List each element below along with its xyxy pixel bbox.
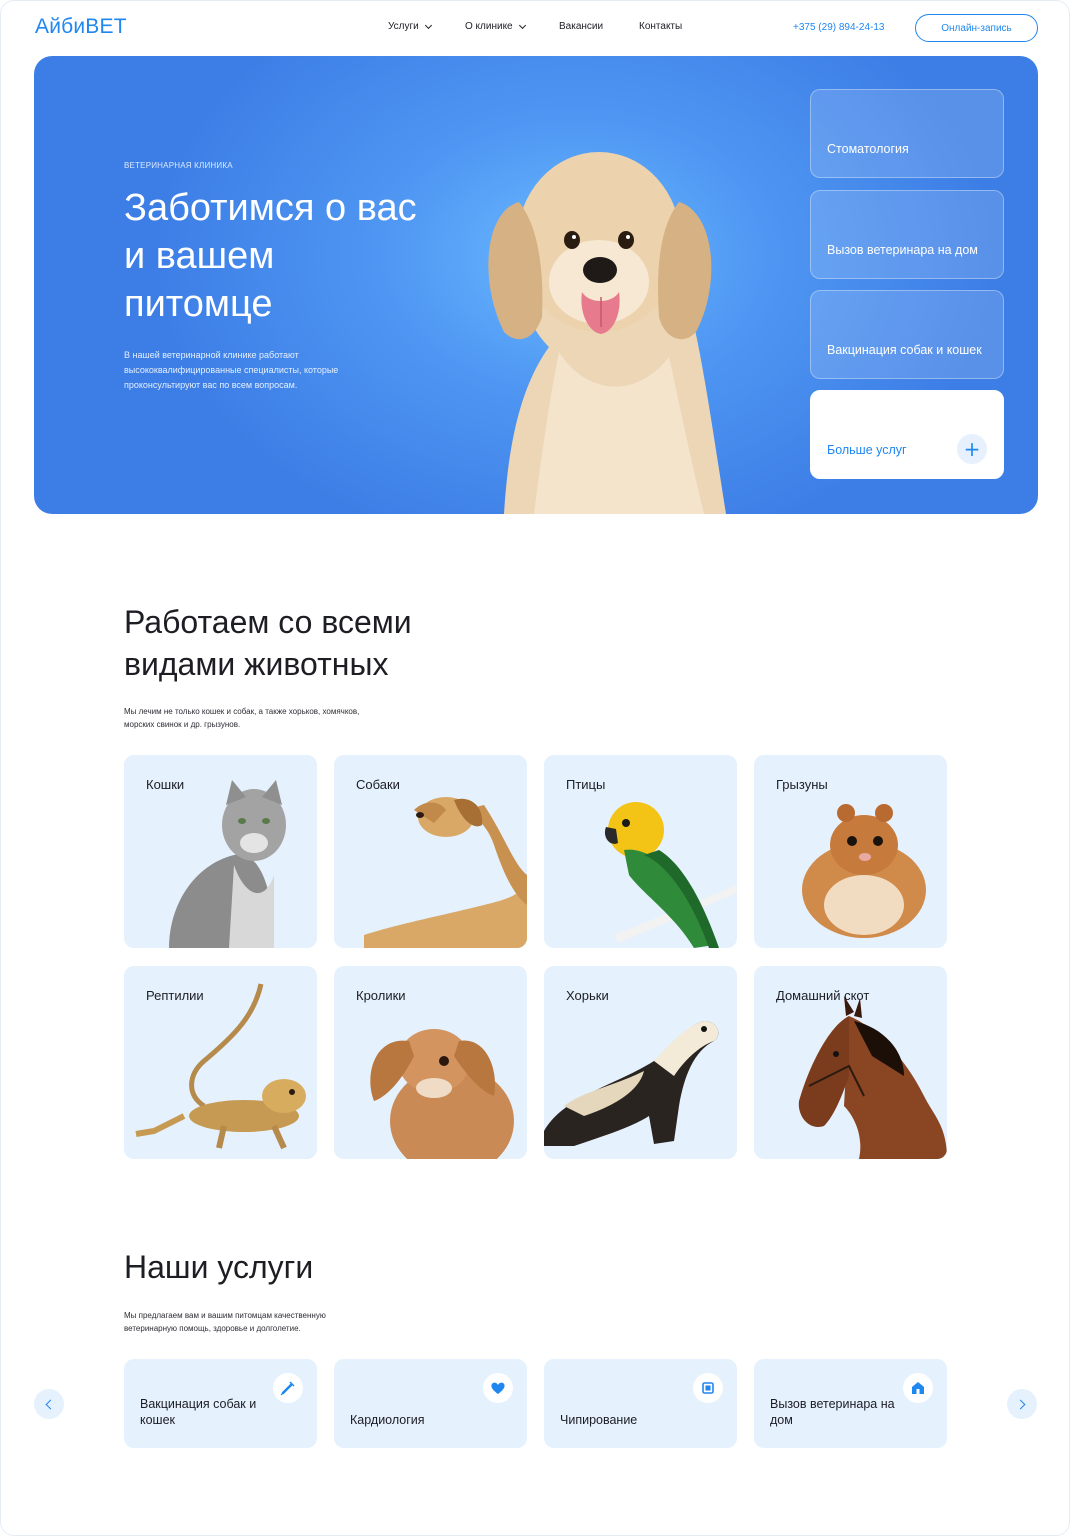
prev-arrow-button[interactable] <box>34 1389 64 1419</box>
service-label: Вакцинация собак и кошек <box>140 1397 257 1427</box>
nav-item-label: Услуги <box>388 21 419 32</box>
animal-tile-ferrets[interactable]: Хорьки <box>544 966 737 1159</box>
services-section-title: Наши услуги <box>124 1249 314 1285</box>
dog-image <box>488 152 726 514</box>
chevron-left-icon <box>45 1399 56 1409</box>
animal-tile-birds[interactable]: Птицы <box>544 755 737 948</box>
animals-section-title: Работаем со всеми видами животных <box>124 604 412 682</box>
services-carousel: Вакцинация собак и кошек Кардиология Чип… <box>124 1359 948 1448</box>
animal-tile-dogs[interactable]: Собаки <box>334 755 527 948</box>
online-booking-button[interactable]: Онлайн-запись <box>915 14 1038 42</box>
service-label: Кардиология <box>350 1413 425 1427</box>
services-section-description: Мы предлагаем вам и вашим питомцам качес… <box>124 1311 326 1333</box>
chevron-down-icon <box>518 21 526 29</box>
plus-icon[interactable]: + <box>957 434 987 464</box>
animal-tile-livestock[interactable]: Домашний скот <box>754 966 947 1159</box>
hero-card-home-visit[interactable]: Вызов ветеринара на дом <box>810 190 1004 279</box>
service-label: Чипирование <box>560 1413 638 1427</box>
nav-item-clinic[interactable]: О клинике <box>465 21 526 32</box>
service-label: Вызов ветеринара на дом <box>770 1397 895 1427</box>
service-card-cardiology[interactable]: Кардиология <box>334 1359 527 1448</box>
chevron-down-icon <box>424 21 432 29</box>
page: АйбиВЕТ Услуги О клинике Вакансии Контак… <box>0 0 1070 1536</box>
animal-label: Грызуны <box>776 777 828 792</box>
syringe-icon <box>273 1373 303 1403</box>
hero-eyebrow: ВЕТЕРИНАРНАЯ КЛИНИКА <box>124 161 233 170</box>
animal-tile-rodents[interactable]: Грызуны <box>754 755 947 948</box>
animals-section-description: Мы лечим не только кошек и собак, а такж… <box>124 707 360 729</box>
animals-grid: Кошки Собаки Птицы Грызуны Рептилии Крол… <box>124 755 948 1159</box>
hero-card-dentistry[interactable]: Стоматология <box>810 89 1004 178</box>
nav-item-services[interactable]: Услуги <box>388 21 432 32</box>
service-card-chipping[interactable]: Чипирование <box>544 1359 737 1448</box>
nav-item-contacts[interactable]: Контакты <box>639 21 682 32</box>
heart-icon <box>483 1373 513 1403</box>
animal-tile-rabbits[interactable]: Кролики <box>334 966 527 1159</box>
header: АйбиВЕТ Услуги О клинике Вакансии Контак… <box>1 1 1069 55</box>
chip-icon <box>693 1373 723 1403</box>
animal-label: Кролики <box>356 988 406 1003</box>
service-card-vaccination[interactable]: Вакцинация собак и кошек <box>124 1359 317 1448</box>
animal-label: Домашний скот <box>776 988 870 1003</box>
more-services-card[interactable]: Больше услуг + <box>810 390 1004 479</box>
animal-label: Кошки <box>146 777 185 792</box>
hero-banner: ВЕТЕРИНАРНАЯ КЛИНИКА Заботимся о вас и в… <box>34 56 1038 514</box>
next-arrow-button[interactable] <box>1007 1389 1037 1419</box>
logo[interactable]: АйбиВЕТ <box>35 15 127 39</box>
animal-tile-reptiles[interactable]: Рептилии <box>124 966 317 1159</box>
hero-description: В нашей ветеринарной клинике работают вы… <box>124 350 339 390</box>
nav-item-label: О клинике <box>465 21 513 32</box>
hero-title: Заботимся о вас и вашем питомце <box>124 187 417 325</box>
nav-item-vacancies[interactable]: Вакансии <box>559 21 603 32</box>
chevron-right-icon <box>1015 1399 1026 1409</box>
more-services-label: Больше услуг <box>827 443 907 457</box>
hero-card-vaccination[interactable]: Вакцинация собак и кошек <box>810 290 1004 379</box>
animal-label: Собаки <box>356 777 400 792</box>
phone-link[interactable]: +375 (29) 894-24-13 <box>793 22 884 33</box>
animal-label: Хорьки <box>566 988 609 1003</box>
animal-tile-cats[interactable]: Кошки <box>124 755 317 948</box>
animal-label: Птицы <box>566 777 606 792</box>
animal-label: Рептилии <box>146 988 204 1003</box>
service-card-home-visit[interactable]: Вызов ветеринара на дом <box>754 1359 947 1448</box>
house-icon <box>903 1373 933 1403</box>
